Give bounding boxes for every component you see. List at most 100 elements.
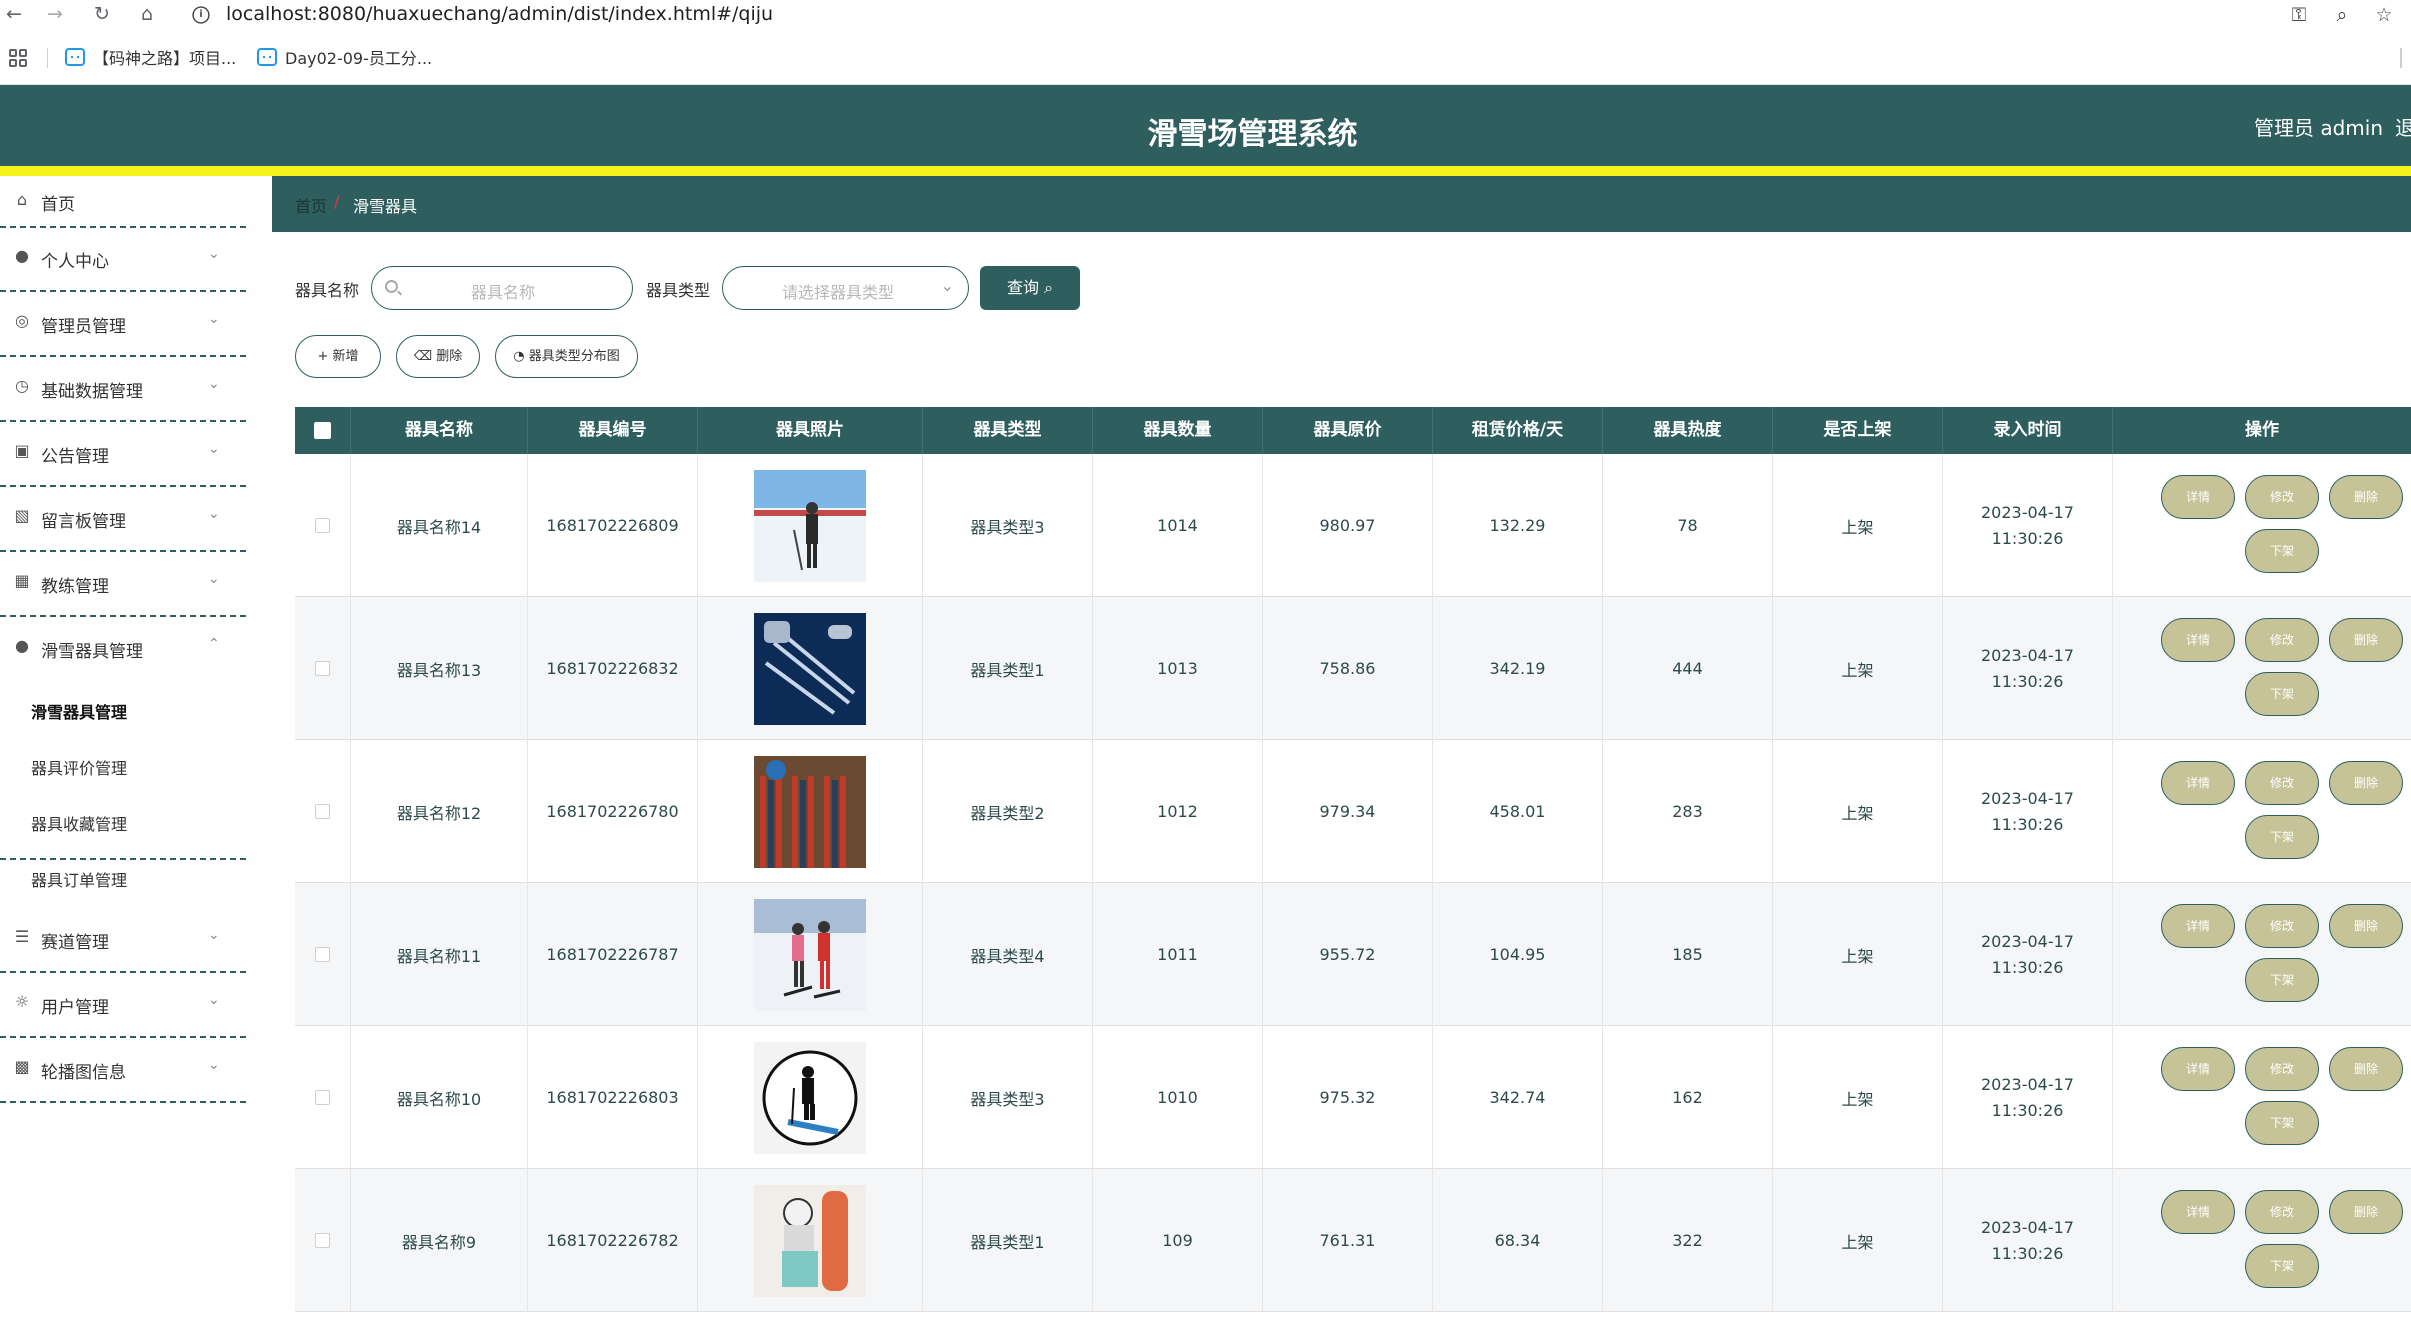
clock-icon: ◷: [15, 376, 29, 395]
type-select[interactable]: 请选择器具类型 ⌄: [722, 266, 969, 310]
equipment-photo[interactable]: [754, 1184, 866, 1297]
offshelf-button[interactable]: 下架: [2245, 1101, 2319, 1145]
sidebar-item-label: 首页: [41, 195, 75, 215]
offshelf-button[interactable]: 下架: [2245, 672, 2319, 716]
detail-button[interactable]: 详情: [2161, 761, 2235, 805]
header-accent-strip: [0, 166, 2411, 176]
sidebar-item-basic-data[interactable]: ◷ 基础数据管理 ⌄: [0, 358, 246, 422]
edit-button[interactable]: 修改: [2245, 904, 2319, 948]
offshelf-button[interactable]: 下架: [2245, 529, 2319, 573]
offshelf-button[interactable]: 下架: [2245, 1244, 2319, 1288]
submenu-equipment[interactable]: 滑雪器具管理: [31, 699, 127, 723]
sidebar-item-users[interactable]: ☼ 用户管理 ⌄: [0, 974, 246, 1038]
edit-button[interactable]: 修改: [2245, 761, 2319, 805]
table-row: 器具名称11 1681702226787 器具类型4 1011 955.72 104.95…: [295, 883, 2411, 1026]
sidebar-item-label: 赛道管理: [41, 933, 109, 953]
equipment-photo[interactable]: [754, 1041, 866, 1154]
chevron-down-icon: ⌄: [208, 506, 220, 522]
row-delete-button[interactable]: 删除: [2329, 475, 2403, 519]
sidebar-item-coaches[interactable]: ▦ 教练管理 ⌄: [0, 553, 246, 617]
detail-button[interactable]: 详情: [2161, 475, 2235, 519]
type-cell-text: 器具类型3: [970, 1089, 1045, 1109]
popularity-cell: 78: [1603, 454, 1773, 597]
sidebar-item-notices[interactable]: ▣ 公告管理 ⌄: [0, 423, 246, 487]
detail-button[interactable]: 详情: [2161, 618, 2235, 662]
name-cell: 器具名称12: [351, 740, 528, 883]
column-header: 器具热度: [1603, 407, 1773, 454]
home-icon[interactable]: ⌂: [135, 2, 159, 26]
code-cell-text: 1681702226787: [546, 945, 679, 964]
sidebar-item-carousel[interactable]: ▩ 轮播图信息 ⌄: [0, 1039, 246, 1103]
breadcrumb-home[interactable]: 首页: [295, 193, 327, 217]
row-delete-button[interactable]: 删除: [2329, 618, 2403, 662]
row-checkbox[interactable]: [315, 1233, 330, 1248]
submenu-equipment-reviews[interactable]: 器具评价管理: [31, 755, 127, 779]
row-checkbox[interactable]: [315, 518, 330, 533]
quantity-cell-text: 1012: [1157, 802, 1198, 821]
row-delete-button[interactable]: 删除: [2329, 761, 2403, 805]
rent-price-cell-text: 342.19: [1489, 659, 1546, 678]
code-cell: 1681702226832: [528, 597, 698, 740]
detail-button[interactable]: 详情: [2161, 904, 2235, 948]
submenu-equipment-favorites[interactable]: 器具收藏管理: [31, 811, 127, 835]
password-key-icon[interactable]: ⚿: [2286, 2, 2312, 28]
sidebar: ⌂ 首页 ● 个人中心 ⌄ ◎ 管理员管理 ⌄ ◷ 基础数据管理 ⌄ ▣ 公告管…: [0, 176, 246, 1324]
offshelf-button[interactable]: 下架: [2245, 815, 2319, 859]
edit-button[interactable]: 修改: [2245, 1047, 2319, 1091]
url-field[interactable]: localhost:8080/huaxuechang/admin/dist/in…: [226, 2, 773, 27]
equipment-photo[interactable]: [754, 898, 866, 1011]
row-delete-button[interactable]: 删除: [2329, 904, 2403, 948]
quantity-cell-text: 1013: [1157, 659, 1198, 678]
detail-button[interactable]: 详情: [2161, 1190, 2235, 1234]
row-checkbox[interactable]: [315, 1090, 330, 1105]
sidebar-item-home[interactable]: ⌂ 首页: [0, 176, 246, 228]
submenu-equipment-orders[interactable]: 器具订单管理: [31, 867, 127, 891]
site-info-icon[interactable]: i: [192, 6, 210, 24]
reload-icon[interactable]: ↻: [90, 2, 114, 26]
bookmark-item[interactable]: Day02-09-员工分...: [257, 45, 432, 69]
code-cell-text: 1681702226782: [546, 1231, 679, 1250]
select-cell: [295, 454, 351, 597]
offshelf-button[interactable]: 下架: [2245, 958, 2319, 1002]
detail-button[interactable]: 详情: [2161, 1047, 2235, 1091]
apps-icon[interactable]: [9, 49, 27, 67]
row-checkbox[interactable]: [315, 661, 330, 676]
forward-icon[interactable]: →: [43, 2, 67, 26]
equipment-photo[interactable]: [754, 612, 866, 725]
row-delete-button[interactable]: 删除: [2329, 1190, 2403, 1234]
delete-button[interactable]: ⌫ 删除: [396, 335, 480, 378]
back-icon[interactable]: ←: [2, 2, 26, 26]
sidebar-item-personal[interactable]: ● 个人中心 ⌄: [0, 228, 246, 292]
type-distribution-chart-button[interactable]: ◔ 器具类型分布图: [495, 335, 638, 378]
equipment-photo[interactable]: [754, 469, 866, 582]
zoom-icon[interactable]: ⌕: [2329, 2, 2355, 28]
select-all-checkbox[interactable]: [314, 422, 331, 439]
equipment-photo[interactable]: [754, 755, 866, 868]
name-search-input[interactable]: 器具名称: [371, 266, 633, 310]
column-header: 器具数量: [1093, 407, 1263, 454]
sidebar-item-equipment[interactable]: ● 滑雪器具管理 ⌃ 滑雪器具管理 器具评价管理 器具收藏管理 器具订单管理: [0, 618, 246, 890]
name-cell-text: 器具名称11: [396, 946, 482, 966]
sidebar-item-admins[interactable]: ◎ 管理员管理 ⌄: [0, 293, 246, 357]
price-cell-text: 761.31: [1319, 1231, 1376, 1250]
row-checkbox[interactable]: [315, 947, 330, 962]
header-select-cell: [295, 407, 351, 454]
rent-price-cell-text: 104.95: [1489, 945, 1546, 964]
edit-button[interactable]: 修改: [2245, 1190, 2319, 1234]
logout-link[interactable]: 退: [2395, 112, 2411, 141]
bookmark-item[interactable]: 【码神之路】项目...: [65, 45, 236, 69]
globe-icon: ☼: [14, 992, 30, 1011]
price-cell-text: 975.32: [1319, 1088, 1376, 1107]
search-icon: ⌕: [1044, 278, 1054, 297]
status-cell-text: 上架: [1841, 660, 1874, 680]
edit-button[interactable]: 修改: [2245, 475, 2319, 519]
row-checkbox[interactable]: [315, 804, 330, 819]
add-button[interactable]: + 新增: [295, 335, 381, 378]
bookmark-star-icon[interactable]: ☆: [2371, 2, 2397, 28]
query-button[interactable]: 查询 ⌕: [980, 266, 1080, 310]
edit-button[interactable]: 修改: [2245, 618, 2319, 662]
table-row: 器具名称10 1681702226803 器具类型3 1010 975.32 342.74…: [295, 1026, 2411, 1169]
row-delete-button[interactable]: 删除: [2329, 1047, 2403, 1091]
sidebar-item-messages[interactable]: ▧ 留言板管理 ⌄: [0, 488, 246, 552]
sidebar-item-tracks[interactable]: ☰ 赛道管理 ⌄: [0, 909, 246, 973]
